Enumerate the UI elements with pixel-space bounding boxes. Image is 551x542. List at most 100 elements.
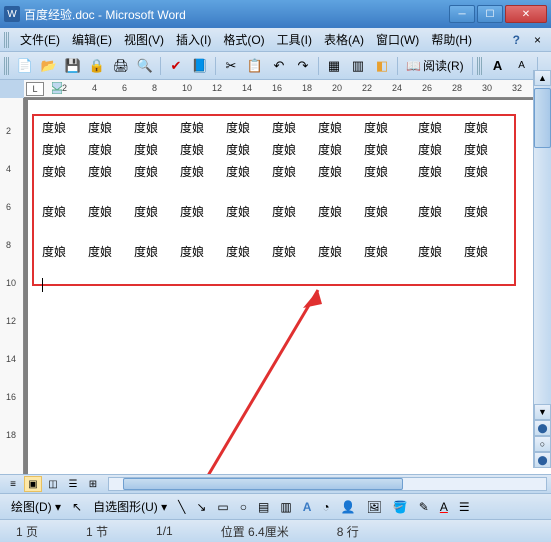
text-word: 度娘 bbox=[464, 144, 510, 156]
text-word: 度娘 bbox=[418, 122, 464, 134]
vertical-ruler[interactable]: 24681012141618 bbox=[0, 98, 24, 474]
line-color-button[interactable]: ✎ bbox=[415, 500, 433, 514]
grip-icon bbox=[477, 57, 483, 75]
text-word: 度娘 bbox=[134, 144, 180, 156]
arrow-button[interactable]: ↘ bbox=[192, 500, 210, 514]
outline-view-button[interactable]: ☰ bbox=[64, 476, 82, 492]
text-word: 度娘 bbox=[226, 144, 272, 156]
prev-page-button[interactable]: ⬤ bbox=[534, 420, 551, 436]
paste-button[interactable]: 📋 bbox=[244, 55, 266, 77]
textbox-button[interactable]: ▤ bbox=[254, 500, 273, 514]
text-word: 度娘 bbox=[88, 166, 134, 178]
preview-button[interactable]: 🔍 bbox=[134, 55, 156, 77]
menu-view[interactable]: 视图(V) bbox=[118, 29, 170, 50]
text-word: 度娘 bbox=[42, 122, 88, 134]
document-text[interactable]: 度娘度娘度娘度娘度娘度娘度娘度娘度娘度娘度娘度娘度娘度娘度娘度娘度娘度娘度娘度娘… bbox=[42, 122, 510, 268]
grip-icon bbox=[4, 32, 10, 48]
spell-button[interactable]: ✔ bbox=[165, 55, 187, 77]
scroll-up-button[interactable]: ▲ bbox=[534, 70, 551, 86]
text-word: 度娘 bbox=[134, 206, 180, 218]
text-word: 度娘 bbox=[364, 166, 410, 178]
status-line: 8 行 bbox=[337, 523, 359, 540]
research-button[interactable]: 📘 bbox=[189, 55, 211, 77]
tab-selector[interactable]: L bbox=[26, 82, 44, 96]
line-button[interactable]: ╲ bbox=[174, 500, 189, 514]
reading-mode-button[interactable]: 📖 阅读(R) bbox=[402, 55, 468, 76]
save-button[interactable]: 💾 bbox=[62, 55, 84, 77]
text-word: 度娘 bbox=[272, 144, 318, 156]
font-size-down-button[interactable]: A bbox=[511, 55, 533, 77]
minimize-button[interactable]: ─ bbox=[449, 5, 475, 23]
wordart-button[interactable]: A bbox=[299, 500, 316, 514]
text-word: 度娘 bbox=[464, 246, 510, 258]
menu-edit[interactable]: 编辑(E) bbox=[66, 29, 118, 50]
menu-file[interactable]: 文件(E) bbox=[14, 29, 66, 50]
horizontal-ruler[interactable]: L 2468101214161820222426283032 bbox=[24, 80, 551, 98]
text-word: 度娘 bbox=[180, 166, 226, 178]
app-icon: W bbox=[4, 6, 20, 22]
menu-insert[interactable]: 插入(I) bbox=[170, 29, 217, 50]
drawing-button[interactable]: ◧ bbox=[371, 55, 393, 77]
hscroll-thumb[interactable] bbox=[123, 478, 403, 490]
vtextbox-button[interactable]: ▥ bbox=[276, 500, 295, 514]
redo-button[interactable]: ↷ bbox=[292, 55, 314, 77]
text-word: 度娘 bbox=[180, 206, 226, 218]
browse-object-button[interactable]: ○ bbox=[534, 436, 551, 452]
text-word: 度娘 bbox=[418, 206, 464, 218]
menu-bar: 文件(E) 编辑(E) 视图(V) 插入(I) 格式(O) 工具(I) 表格(A… bbox=[0, 28, 551, 52]
draw-menu[interactable]: 绘图(D) ▾ bbox=[7, 498, 65, 515]
scroll-thumb[interactable] bbox=[534, 88, 551, 148]
font-color-button[interactable]: A bbox=[436, 500, 452, 514]
autoshapes-menu[interactable]: 自选图形(U) ▾ bbox=[89, 498, 171, 515]
columns-button[interactable]: ▥ bbox=[347, 55, 369, 77]
reading-layout-button[interactable]: ◫ bbox=[44, 476, 62, 492]
cut-button[interactable]: ✂ bbox=[220, 55, 242, 77]
maximize-button[interactable]: ☐ bbox=[477, 5, 503, 23]
normal-view-button[interactable]: ≡ bbox=[4, 476, 22, 492]
permission-button[interactable]: 🔒 bbox=[86, 55, 108, 77]
menu-format[interactable]: 格式(O) bbox=[217, 29, 270, 50]
fill-color-button[interactable]: 🪣 bbox=[389, 500, 412, 514]
clipart-button[interactable]: 👤 bbox=[337, 500, 360, 514]
next-page-button[interactable]: ⬤ bbox=[534, 452, 551, 468]
oval-button[interactable]: ○ bbox=[236, 500, 251, 514]
line-style-button[interactable]: ☰ bbox=[455, 500, 474, 514]
vertical-scrollbar[interactable]: ▲ ▼ ⬤ ○ ⬤ bbox=[533, 70, 551, 468]
web-layout-button[interactable]: ⊞ bbox=[84, 476, 102, 492]
font-size-button[interactable]: A bbox=[487, 55, 509, 77]
print-layout-button[interactable]: ▣ bbox=[24, 476, 42, 492]
grip-icon bbox=[4, 57, 10, 75]
diagram-button[interactable]: ◔ bbox=[318, 500, 333, 514]
text-word: 度娘 bbox=[226, 246, 272, 258]
document-page[interactable]: 度娘度娘度娘度娘度娘度娘度娘度娘度娘度娘度娘度娘度娘度娘度娘度娘度娘度娘度娘度娘… bbox=[28, 100, 551, 474]
text-word: 度娘 bbox=[180, 144, 226, 156]
menu-tools[interactable]: 工具(I) bbox=[271, 29, 318, 50]
table-button[interactable]: ▦ bbox=[323, 55, 345, 77]
text-word: 度娘 bbox=[134, 246, 180, 258]
standard-toolbar: 📄 📂 💾 🔒 🖨 🔍 ✔ 📘 ✂ 📋 ↶ ↷ ▦ ▥ ◧ 📖 阅读(R) A … bbox=[0, 52, 551, 80]
picture-button[interactable]: 🖼 bbox=[363, 500, 386, 514]
help-icon[interactable]: ? bbox=[505, 33, 528, 47]
text-word: 度娘 bbox=[134, 122, 180, 134]
open-button[interactable]: 📂 bbox=[38, 55, 60, 77]
rectangle-button[interactable]: ▭ bbox=[213, 500, 232, 514]
print-button[interactable]: 🖨 bbox=[110, 55, 132, 77]
text-word: 度娘 bbox=[226, 206, 272, 218]
new-button[interactable]: 📄 bbox=[14, 55, 36, 77]
scroll-down-button[interactable]: ▼ bbox=[534, 404, 551, 420]
menu-table[interactable]: 表格(A) bbox=[318, 29, 370, 50]
undo-button[interactable]: ↶ bbox=[268, 55, 290, 77]
text-word: 度娘 bbox=[88, 206, 134, 218]
close-button[interactable]: ✕ bbox=[505, 5, 547, 23]
menu-help[interactable]: 帮助(H) bbox=[425, 29, 478, 50]
close-doc-button[interactable]: × bbox=[528, 33, 547, 47]
select-objects-button[interactable]: ↖ bbox=[68, 500, 86, 514]
text-word: 度娘 bbox=[364, 246, 410, 258]
drawing-toolbar: 绘图(D) ▾ ↖ 自选图形(U) ▾ ╲ ↘ ▭ ○ ▤ ▥ A ◔ 👤 🖼 … bbox=[0, 494, 551, 520]
text-word: 度娘 bbox=[418, 166, 464, 178]
horizontal-scrollbar[interactable] bbox=[108, 477, 547, 491]
text-row: 度娘度娘度娘度娘度娘度娘度娘度娘度娘度娘 bbox=[42, 144, 510, 156]
text-word: 度娘 bbox=[226, 166, 272, 178]
menu-window[interactable]: 窗口(W) bbox=[370, 29, 425, 50]
text-row: 度娘度娘度娘度娘度娘度娘度娘度娘度娘度娘 bbox=[42, 206, 510, 218]
